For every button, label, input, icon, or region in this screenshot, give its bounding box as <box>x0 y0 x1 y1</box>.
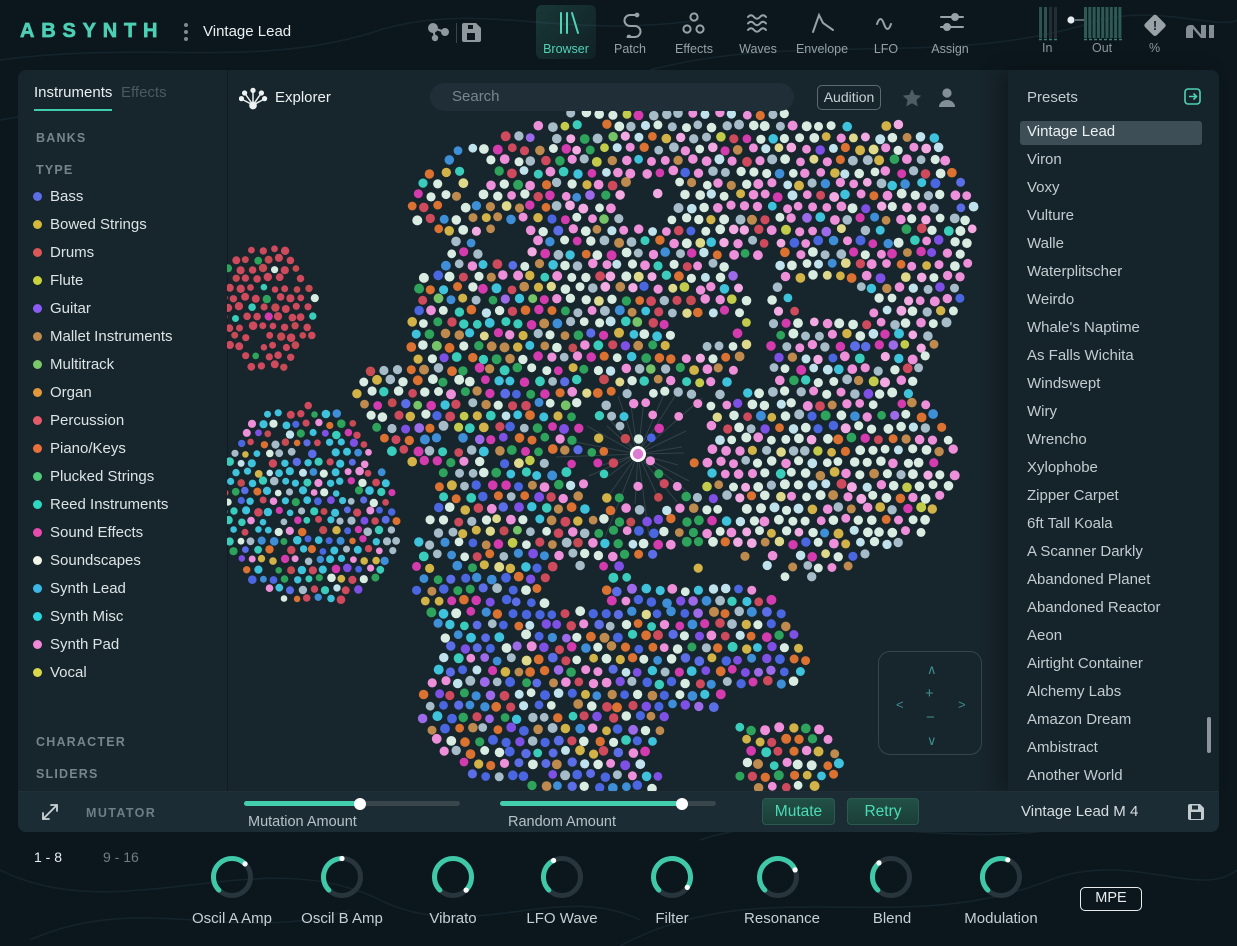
svg-text:!: ! <box>1153 18 1157 33</box>
